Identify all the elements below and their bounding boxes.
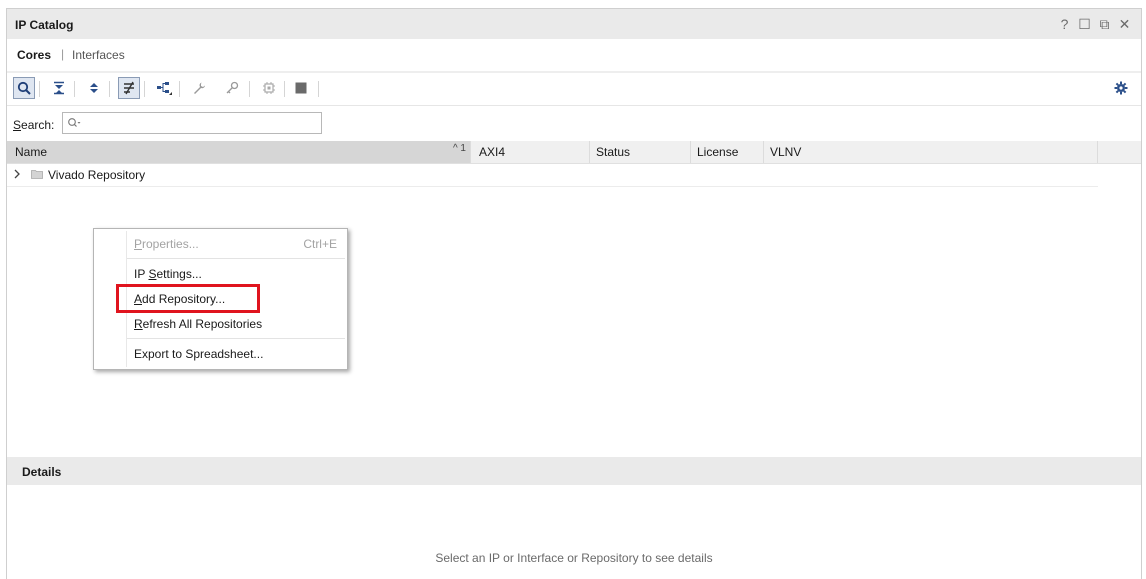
hierarchy-icon[interactable] [153,77,175,99]
float-icon[interactable]: ⧉ [1098,16,1111,32]
tab-bar: Cores | Interfaces [7,39,1141,73]
table-header: Name ^ 1 AXI4 Status License VLNV [7,141,1141,164]
wrench-icon[interactable] [188,77,210,99]
tab-interfaces[interactable]: Interfaces [72,48,125,62]
panel-title: IP Catalog [15,18,74,32]
column-header-license[interactable]: License [691,141,764,163]
chip-icon[interactable] [258,77,280,99]
details-title: Details [22,465,62,479]
toolbar-separator [318,81,319,97]
toolbar-separator [249,81,250,97]
details-hint: Select an IP or Interface or Repository … [435,551,713,565]
toolbar-separator [144,81,145,97]
block-icon[interactable] [290,77,312,99]
search-input[interactable] [83,116,319,132]
search-box[interactable] [62,112,322,134]
menu-item-refresh-all-repositories[interactable]: Refresh All Repositories [134,317,262,331]
collapse-all-icon[interactable] [48,77,70,99]
menu-item-add-repository[interactable]: Add Repository... [134,292,225,306]
toolbar-separator [179,81,180,97]
column-header-name[interactable]: Name ^ 1 [7,141,471,163]
expand-all-icon[interactable] [83,77,105,99]
menu-item-properties[interactable]: Properties... [134,237,199,251]
menu-item-ip-settings[interactable]: IP Settings... [134,267,202,281]
row-name: Vivado Repository [48,168,146,182]
toolbar-separator [109,81,110,97]
search-label: Search: [13,118,55,132]
table-row[interactable]: Vivado Repository [7,164,1098,187]
search-row: Search: [7,109,1141,139]
search-field-icon [68,118,81,127]
toolbar-separator [284,81,285,97]
details-header: Details [7,457,1141,485]
panel-titlebar: IP Catalog ? ☐ ⧉ ✕ [7,9,1141,39]
window-controls: ? ☐ ⧉ ✕ [1058,16,1131,32]
menu-item-export-to-spreadsheet[interactable]: Export to Spreadsheet... [134,347,263,361]
menu-separator [127,258,345,259]
search-icon[interactable] [13,77,35,99]
menu-separator [127,338,345,339]
context-menu: Properties... Ctrl+E IP Settings... Add … [93,228,348,370]
toolbar [7,73,1141,106]
column-header-axi4[interactable]: AXI4 [473,141,590,163]
menu-gutter [126,231,127,367]
gear-icon[interactable] [1110,77,1132,99]
sort-indicator: ^ 1 [452,143,466,154]
chevron-right-icon[interactable] [13,169,21,179]
close-icon[interactable]: ✕ [1118,16,1131,32]
tab-separator: | [61,47,65,61]
toolbar-separator [39,81,40,97]
filter-icon[interactable] [118,77,140,99]
column-header-status[interactable]: Status [590,141,691,163]
menu-shortcut-properties: Ctrl+E [303,237,337,251]
maximize-icon[interactable]: ☐ [1078,16,1091,32]
toolbar-separator [74,81,75,97]
tab-cores[interactable]: Cores [17,48,51,62]
help-icon[interactable]: ? [1058,16,1071,32]
folder-icon [31,170,43,179]
key-icon[interactable] [221,77,243,99]
column-header-vlnv[interactable]: VLNV [764,141,1098,163]
